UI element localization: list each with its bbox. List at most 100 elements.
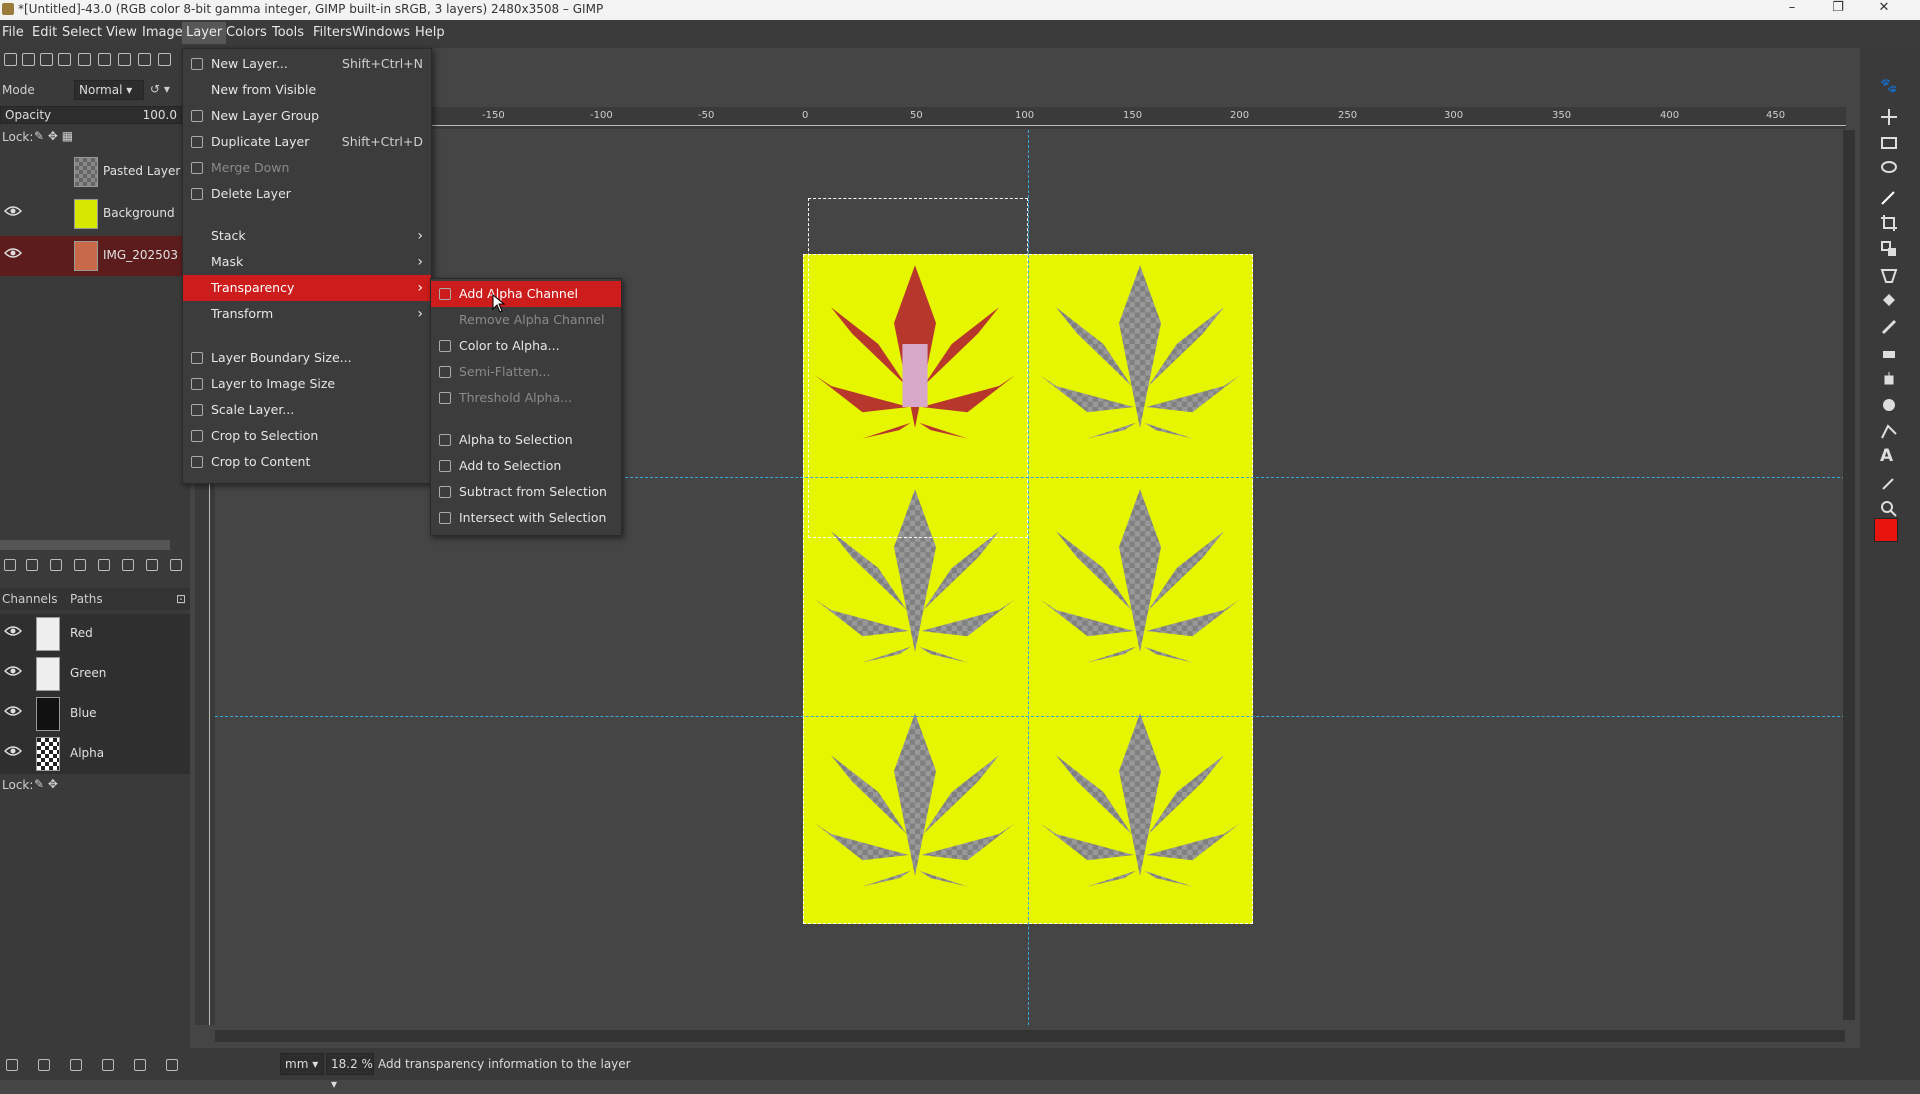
menu-select[interactable]: Select <box>62 25 102 40</box>
lower-channel-icon[interactable] <box>70 1059 82 1071</box>
menu-image[interactable]: Image <box>142 25 183 40</box>
vertical-scrollbar[interactable] <box>1843 130 1855 1020</box>
menu-item-crop-to-content[interactable]: Crop to Content <box>183 449 431 475</box>
brush-icon[interactable] <box>58 53 71 66</box>
top-ruler[interactable]: -150 -100 -50 0 50 100 150 200 250 300 3… <box>430 107 1846 129</box>
menu-item-layer-to-image-size[interactable]: Layer to Image Size <box>183 371 431 397</box>
eye-icon[interactable] <box>4 665 22 677</box>
crop-icon[interactable] <box>1880 214 1898 232</box>
clone-icon[interactable] <box>1880 370 1898 388</box>
zoom-icon[interactable] <box>1880 500 1898 518</box>
color-picker-icon[interactable] <box>1880 474 1898 492</box>
guide-horizontal[interactable] <box>215 716 1845 717</box>
menu-file[interactable]: File <box>2 25 24 40</box>
paintbrush-icon[interactable] <box>1880 318 1898 336</box>
duplicate-channel-icon[interactable] <box>102 1059 114 1071</box>
eye-icon[interactable] <box>4 705 22 717</box>
menu-item-mask[interactable]: Mask › <box>183 249 431 275</box>
tab-menu-icon[interactable]: ⊡ <box>176 592 186 606</box>
minimize-button[interactable]: – <box>1770 0 1814 18</box>
eraser-icon[interactable] <box>1880 344 1898 362</box>
close-button[interactable]: ✕ <box>1862 0 1906 18</box>
paint-icon[interactable] <box>40 53 53 66</box>
menu-item-add-alpha-channel[interactable]: Add Alpha Channel <box>431 281 621 307</box>
opacity-field[interactable]: Opacity 100.0 <box>0 106 182 124</box>
channels-lock-icons[interactable]: ✎ ✥ <box>34 777 58 791</box>
menu-item-transform[interactable]: Transform › <box>183 301 431 327</box>
scale-icon[interactable] <box>1880 240 1898 258</box>
zoom-dropdown[interactable]: 18.2 % ▾ <box>326 1053 374 1091</box>
fuzzy-select-icon[interactable] <box>1880 188 1898 206</box>
lasso-icon[interactable] <box>1880 160 1898 178</box>
lock-icons[interactable]: ✎ ✥ ▦ <box>34 129 73 143</box>
delete-layer-icon[interactable] <box>170 559 182 571</box>
mask-icon[interactable] <box>146 559 158 571</box>
menu-windows[interactable]: Windows <box>352 25 410 40</box>
menu-item-add-to-selection[interactable]: Add to Selection <box>431 453 621 479</box>
menu-item-new-from-visible[interactable]: New from Visible <box>183 77 431 103</box>
menu-item-stack[interactable]: Stack › <box>183 223 431 249</box>
mode-reset-icon[interactable]: ↺ ▾ <box>150 82 170 96</box>
layer-row[interactable]: Pasted Layer <box>0 152 182 192</box>
layer-row-selected[interactable]: IMG_202503 <box>0 236 182 276</box>
menu-item-intersect-with-selection[interactable]: Intersect with Selection <box>431 505 621 531</box>
image-icon[interactable] <box>98 53 111 66</box>
menu-item-alpha-to-selection[interactable]: Alpha to Selection <box>431 427 621 453</box>
eye-icon[interactable] <box>4 745 22 757</box>
menu-filters[interactable]: Filters <box>313 25 352 40</box>
menu-item-duplicate-layer[interactable]: Duplicate Layer Shift+Ctrl+D <box>183 129 431 155</box>
menu-item-transparency[interactable]: Transparency › <box>183 275 431 301</box>
eye-icon[interactable] <box>4 205 22 217</box>
channel-to-selection-icon[interactable] <box>134 1059 146 1071</box>
raise-layer-icon[interactable] <box>50 559 62 571</box>
eye-icon[interactable] <box>4 247 22 259</box>
channel-row-blue[interactable]: Blue <box>0 694 190 734</box>
unit-dropdown[interactable]: mm ▾ <box>280 1053 324 1075</box>
menu-item-color-to-alpha[interactable]: Color to Alpha... <box>431 333 621 359</box>
guide-horizontal[interactable] <box>625 477 1845 478</box>
layer-row[interactable]: Background <box>0 194 182 234</box>
menu-item-delete-layer[interactable]: Delete Layer <box>183 181 431 207</box>
tab-paths[interactable]: Paths <box>70 592 103 606</box>
delete-channel-icon[interactable] <box>166 1059 178 1071</box>
layers-icon[interactable] <box>118 53 131 66</box>
new-channel-icon[interactable] <box>6 1059 18 1071</box>
eye-icon[interactable] <box>4 625 22 637</box>
channel-row-red[interactable]: Red <box>0 614 190 654</box>
document-icon[interactable] <box>78 53 91 66</box>
menu-item-layer-boundary-size[interactable]: Layer Boundary Size... <box>183 345 431 371</box>
move-tool-icon[interactable] <box>1880 108 1898 126</box>
paths-icon[interactable] <box>1880 422 1898 440</box>
horizontal-scrollbar[interactable] <box>0 540 170 550</box>
maximize-button[interactable]: ❐ <box>1816 0 1860 18</box>
new-group-icon[interactable] <box>26 559 38 571</box>
menu-view[interactable]: View <box>106 25 137 40</box>
tab-channels[interactable]: Channels <box>2 592 58 606</box>
menu-help[interactable]: Help <box>415 25 445 40</box>
menu-item-crop-to-selection[interactable]: Crop to Selection <box>183 423 431 449</box>
bucket-fill-icon[interactable] <box>1880 292 1898 310</box>
channel-row-green[interactable]: Green <box>0 654 190 694</box>
menu-tools[interactable]: Tools <box>272 25 304 40</box>
menu-item-new-layer-group[interactable]: New Layer Group <box>183 103 431 129</box>
text-tool-icon[interactable]: A <box>1880 446 1898 466</box>
duplicate-layer-icon[interactable] <box>98 559 110 571</box>
tool-icon-1[interactable] <box>4 53 17 66</box>
tool-icon-2[interactable] <box>22 53 35 66</box>
menu-edit[interactable]: Edit <box>32 25 57 40</box>
redo-icon[interactable] <box>158 53 171 66</box>
anchor-layer-icon[interactable] <box>122 559 134 571</box>
new-layer-icon[interactable] <box>4 559 16 571</box>
warp-icon[interactable] <box>1880 266 1898 284</box>
menu-layer[interactable]: Layer <box>182 22 227 44</box>
canvas-horizontal-scrollbar[interactable] <box>215 1030 1845 1042</box>
smudge-icon[interactable] <box>1880 396 1898 414</box>
menu-colors[interactable]: Colors <box>226 25 267 40</box>
lower-layer-icon[interactable] <box>74 559 86 571</box>
menu-item-scale-layer[interactable]: Scale Layer... <box>183 397 431 423</box>
channel-row-alpha[interactable]: Alpha <box>0 734 190 774</box>
mode-dropdown[interactable]: Normal ▾ <box>74 80 144 100</box>
raise-channel-icon[interactable] <box>38 1059 50 1071</box>
guide-vertical[interactable] <box>1028 130 1029 1025</box>
menu-item-new-layer[interactable]: New Layer... Shift+Ctrl+N <box>183 51 431 77</box>
